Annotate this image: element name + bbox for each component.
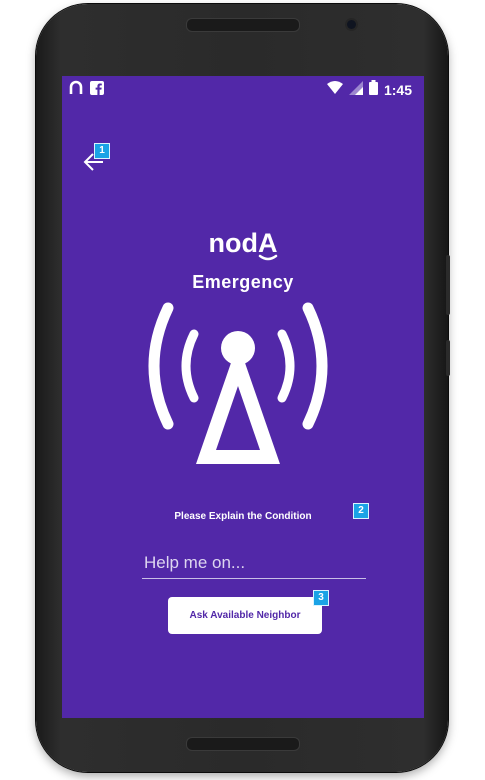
power-button xyxy=(446,255,450,315)
broadcast-tower-icon xyxy=(138,298,338,478)
logo-wordmark: nodA xyxy=(209,228,278,258)
status-bar: 1:45 xyxy=(62,76,424,102)
battery-icon xyxy=(368,80,378,100)
noda-logo: nodA xyxy=(62,226,424,271)
page-title: Emergency xyxy=(192,272,294,292)
ask-neighbor-button[interactable]: Ask Available Neighbor xyxy=(168,597,322,634)
signal-icon xyxy=(348,80,363,100)
status-time: 1:45 xyxy=(383,82,412,98)
help-input[interactable] xyxy=(142,548,366,579)
bottom-speaker xyxy=(186,737,300,751)
top-speaker xyxy=(186,18,300,32)
wifi-icon xyxy=(326,80,343,100)
facebook-icon xyxy=(90,81,104,100)
condition-instruction: Please Explain the Condition xyxy=(174,511,312,522)
volume-button xyxy=(446,340,450,376)
marker-badge-1: 1 xyxy=(94,143,110,159)
noda-app-icon xyxy=(68,80,84,101)
marker-badge-2: 2 xyxy=(353,503,369,519)
marker-badge-3: 3 xyxy=(313,590,329,606)
front-camera xyxy=(347,20,356,29)
app-screen: 1:45 1 nodA Emergency Please Explain the… xyxy=(62,76,424,718)
